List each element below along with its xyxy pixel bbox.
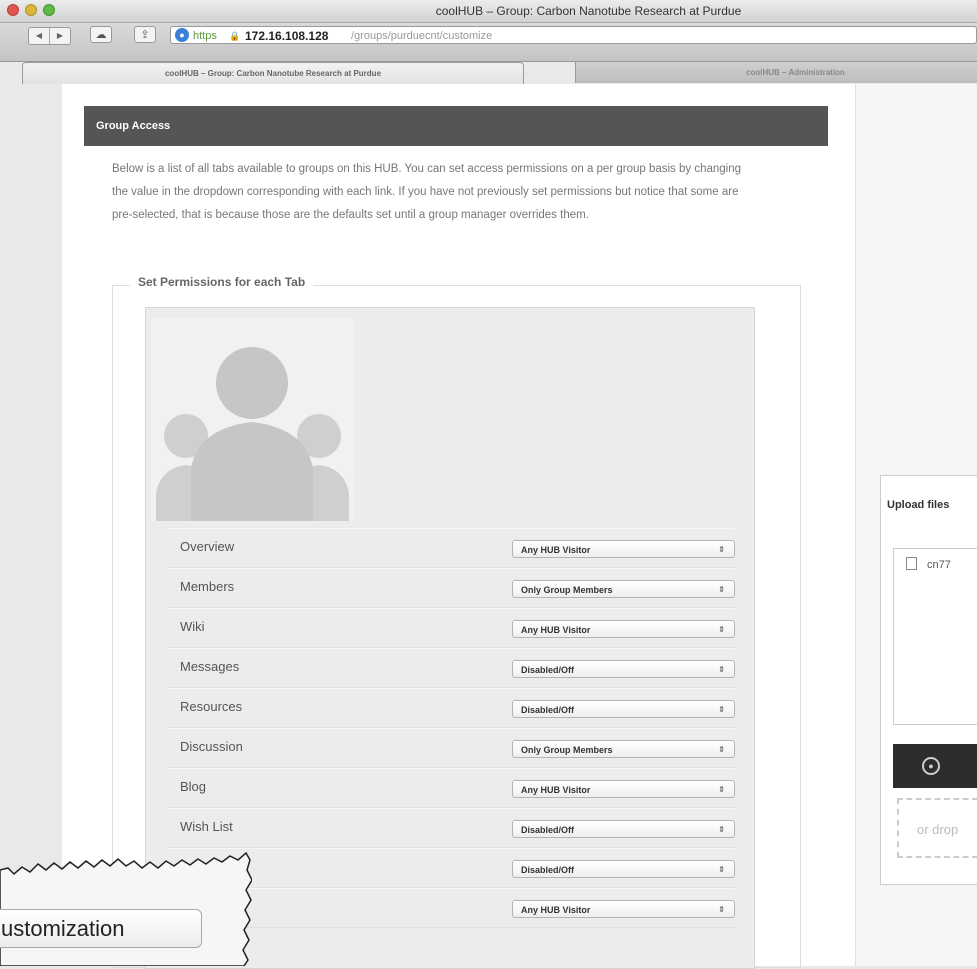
row-label: Discussion xyxy=(180,739,243,754)
permission-rows: Overview Any HUB Visitor ⇕ Members Only G… xyxy=(168,528,735,928)
access-select-resources[interactable]: Disabled/Off ⇕ xyxy=(512,700,735,718)
globe-icon: ● xyxy=(175,28,189,42)
tab-group[interactable]: coolHUB – Group: Carbon Nanotube Researc… xyxy=(22,62,524,84)
access-select-9[interactable]: Disabled/Off ⇕ xyxy=(512,860,735,878)
select-caret-icon: ⇕ xyxy=(718,665,725,674)
select-caret-icon: ⇕ xyxy=(718,785,725,794)
permission-row-wishlist: Wish List Disabled/Off ⇕ xyxy=(168,808,735,848)
save-customization-button[interactable]: ustomization xyxy=(0,909,202,948)
upload-icon: ● xyxy=(922,757,940,775)
select-value: Any HUB Visitor xyxy=(521,905,591,915)
row-label: Overview xyxy=(180,539,235,554)
permission-row-messages: Messages Disabled/Off ⇕ xyxy=(168,648,735,688)
access-select-wishlist[interactable]: Disabled/Off ⇕ xyxy=(512,820,735,838)
torn-paper-shape xyxy=(0,851,252,966)
select-value: Any HUB Visitor xyxy=(521,545,591,555)
upload-title: Upload files xyxy=(887,499,950,511)
permission-row-blog: Blog Any HUB Visitor ⇕ xyxy=(168,768,735,808)
lock-icon: 🔒 xyxy=(229,31,241,41)
zoom-callout: ustomization xyxy=(0,850,252,966)
select-caret-icon: ⇕ xyxy=(718,625,725,634)
access-select-overview[interactable]: Any HUB Visitor ⇕ xyxy=(512,540,735,558)
access-select-messages[interactable]: Disabled/Off ⇕ xyxy=(512,660,735,678)
permission-row-overview: Overview Any HUB Visitor ⇕ xyxy=(168,528,735,568)
page-background-left xyxy=(24,84,62,966)
row-label: Wish List xyxy=(180,819,233,834)
group-access-panel: Group Access Below is a list of all tabs… xyxy=(84,106,828,227)
upload-button[interactable]: ● xyxy=(893,744,977,788)
browser-tab-bar: coolHUB – Group: Carbon Nanotube Researc… xyxy=(0,62,977,84)
panel-description: Below is a list of all tabs available to… xyxy=(112,163,742,221)
fieldset-legend: Set Permissions for each Tab xyxy=(130,275,314,289)
tab-administration[interactable]: coolHUB – Administration xyxy=(575,62,977,83)
permission-row-resources: Resources Disabled/Off ⇕ xyxy=(168,688,735,728)
row-label: Resources xyxy=(180,699,243,714)
permission-row-9: Disabled/Off ⇕ xyxy=(168,848,735,888)
upload-file-list: cn77 xyxy=(893,548,977,725)
row-label: Blog xyxy=(180,779,207,794)
select-value: Only Group Members xyxy=(521,585,613,595)
window-titlebar: coolHUB – Group: Carbon Nanotube Researc… xyxy=(0,0,977,23)
url-path: /groups/purduecnt/customize xyxy=(351,30,493,42)
permission-row-discussion: Discussion Only Group Members ⇕ xyxy=(168,728,735,768)
select-caret-icon: ⇕ xyxy=(718,825,725,834)
back-forward-buttons: ◀ ▶ xyxy=(28,27,71,45)
group-avatar xyxy=(151,318,354,521)
select-caret-icon: ⇕ xyxy=(718,705,725,714)
access-select-members[interactable]: Only Group Members ⇕ xyxy=(512,580,735,598)
address-bar[interactable]: ● https 🔒 172.16.108.128 /groups/purduec… xyxy=(170,26,977,44)
select-value: Any HUB Visitor xyxy=(521,785,591,795)
select-caret-icon: ⇕ xyxy=(718,585,725,594)
select-value: Disabled/Off xyxy=(521,825,575,835)
upload-panel: Upload files cn77 ● or drop xyxy=(880,475,977,885)
window-title: coolHUB – Group: Carbon Nanotube Researc… xyxy=(435,4,742,18)
row-label: Members xyxy=(180,579,235,594)
select-value: Disabled/Off xyxy=(521,865,575,875)
drop-zone[interactable]: or drop xyxy=(897,798,977,858)
file-name: cn77 xyxy=(927,559,951,571)
access-select-10[interactable]: Any HUB Visitor ⇕ xyxy=(512,900,735,918)
access-select-blog[interactable]: Any HUB Visitor ⇕ xyxy=(512,780,735,798)
group-people-icon xyxy=(151,318,354,521)
icloud-tabs-icon[interactable]: ☁ xyxy=(90,26,112,43)
permission-row-members: Members Only Group Members ⇕ xyxy=(168,568,735,608)
forward-arrow-icon[interactable]: ▶ xyxy=(49,28,70,44)
row-label: Messages xyxy=(180,659,240,674)
url-scheme: https xyxy=(193,30,217,42)
select-caret-icon: ⇕ xyxy=(718,545,725,554)
file-icon xyxy=(906,557,917,570)
url-host: 172.16.108.128 xyxy=(245,29,329,43)
permission-row-wiki: Wiki Any HUB Visitor ⇕ xyxy=(168,608,735,648)
select-value: Any HUB Visitor xyxy=(521,625,591,635)
panel-header: Group Access xyxy=(84,106,828,146)
access-select-discussion[interactable]: Only Group Members ⇕ xyxy=(512,740,735,758)
access-select-wiki[interactable]: Any HUB Visitor ⇕ xyxy=(512,620,735,638)
select-value: Disabled/Off xyxy=(521,665,575,675)
row-label: Wiki xyxy=(180,619,205,634)
share-icon[interactable]: ⇪ xyxy=(134,26,156,43)
back-arrow-icon[interactable]: ◀ xyxy=(29,28,49,44)
select-value: Disabled/Off xyxy=(521,705,575,715)
select-caret-icon: ⇕ xyxy=(718,865,725,874)
permission-row-10: Any HUB Visitor ⇕ xyxy=(168,888,735,928)
upload-file-item[interactable]: cn77 xyxy=(906,557,951,571)
browser-toolbar: ◀ ▶ ☁ ⇪ ● https 🔒 172.16.108.128 /groups… xyxy=(0,23,977,62)
select-caret-icon: ⇕ xyxy=(718,905,725,914)
select-value: Only Group Members xyxy=(521,745,613,755)
select-caret-icon: ⇕ xyxy=(718,745,725,754)
